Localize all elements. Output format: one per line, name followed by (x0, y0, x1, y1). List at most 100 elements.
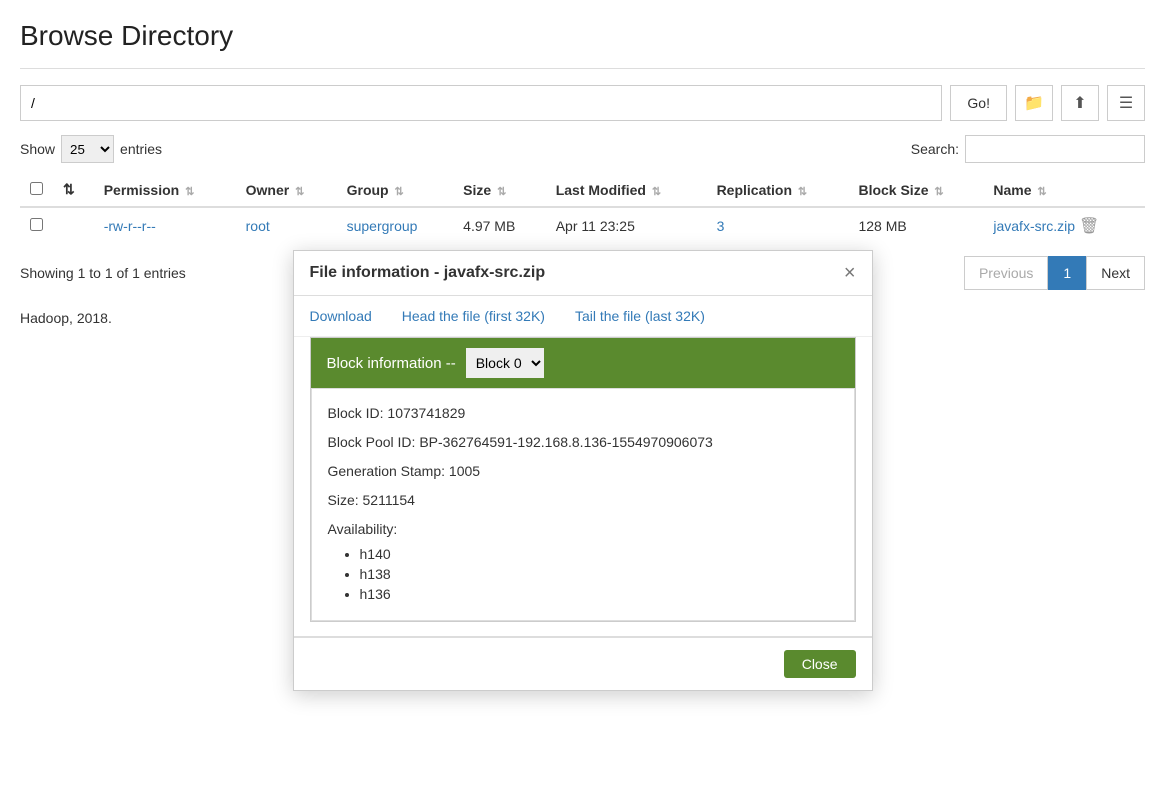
row-group: supergroup (337, 207, 454, 244)
owner-link[interactable]: root (246, 218, 270, 234)
file-name-link[interactable]: javafx-src.zip (993, 218, 1075, 234)
header-permission[interactable]: Permission ⇅ (94, 173, 236, 207)
list-icon: ☰ (1119, 93, 1133, 113)
download-link[interactable]: Download (310, 308, 372, 324)
go-button[interactable]: Go! (950, 85, 1007, 121)
last-modified-sort-icon: ⇅ (652, 186, 661, 198)
page-title: Browse Directory (20, 20, 1145, 52)
page-1-button[interactable]: 1 (1048, 256, 1086, 290)
upload-icon-button[interactable]: ⬆ (1061, 85, 1099, 121)
table-controls: Show 10 25 50 100 entries Search: (20, 135, 1145, 163)
replication-label: Replication (717, 182, 792, 198)
block-details: Block ID: 1073741829 Block Pool ID: BP-3… (311, 388, 855, 621)
row-checkbox[interactable] (30, 218, 43, 231)
header-replication[interactable]: Replication ⇅ (707, 173, 849, 207)
search-box: Search: (911, 135, 1145, 163)
file-info-modal: File information - javafx-src.zip × Down… (293, 250, 873, 691)
size-row: Size: 5211154 (328, 490, 838, 511)
modal-block-wrapper: Block information -- Block 0 Block ID: 1… (310, 337, 856, 622)
owner-label: Owner (246, 182, 290, 198)
block-pool-value: BP-362764591-192.168.8.136-1554970906073 (419, 434, 713, 450)
show-entries: Show 10 25 50 100 entries (20, 135, 162, 163)
group-link[interactable]: supergroup (347, 218, 418, 234)
table-body: -rw-r--r-- root supergroup 4.97 MB Apr 1… (20, 207, 1145, 244)
next-button[interactable]: Next (1086, 256, 1145, 290)
search-label: Search: (911, 141, 959, 157)
block-size-sort-icon: ⇅ (934, 186, 943, 198)
host-h136: h136 (360, 586, 838, 602)
modal-close-bottom-button[interactable]: Close (784, 650, 856, 678)
name-label: Name (993, 182, 1031, 198)
size-value: 5211154 (363, 492, 415, 508)
group-label: Group (347, 182, 389, 198)
modal-close-button[interactable]: × (844, 263, 856, 283)
block-size-label: Block Size (858, 182, 928, 198)
header-last-modified[interactable]: Last Modified ⇅ (546, 173, 707, 207)
folder-icon: 📁 (1024, 93, 1044, 113)
block-pool-label: Block Pool ID: (328, 434, 420, 450)
generation-stamp-label: Generation Stamp: (328, 463, 449, 479)
availability-row: Availability: (328, 519, 838, 540)
row-checkbox-cell (20, 207, 53, 244)
pagination: Previous 1 Next (964, 256, 1145, 290)
row-name: javafx-src.zip 🗑 (983, 207, 1145, 244)
availability-list: h140 h138 h136 (328, 546, 838, 602)
row-replication: 3 (707, 207, 849, 244)
permission-label: Permission (104, 182, 179, 198)
owner-sort-icon: ⇅ (295, 186, 304, 198)
replication-link[interactable]: 3 (717, 218, 725, 234)
modal-header: File information - javafx-src.zip × (294, 251, 872, 296)
last-modified-label: Last Modified (556, 182, 646, 198)
header-group[interactable]: Group ⇅ (337, 173, 454, 207)
modal-links: Download Head the file (first 32K) Tail … (294, 296, 872, 337)
file-table: ⇅ Permission ⇅ Owner ⇅ Group ⇅ Size ⇅ (20, 173, 1145, 244)
previous-button[interactable]: Previous (964, 256, 1048, 290)
table-header-row: ⇅ Permission ⇅ Owner ⇅ Group ⇅ Size ⇅ (20, 173, 1145, 207)
header-name[interactable]: Name ⇅ (983, 173, 1145, 207)
header-size[interactable]: Size ⇅ (453, 173, 546, 207)
head-file-link[interactable]: Head the file (first 32K) (402, 308, 545, 324)
size-label: Size: (328, 492, 363, 508)
name-sort-icon: ⇅ (1037, 186, 1046, 198)
header-block-size[interactable]: Block Size ⇅ (848, 173, 983, 207)
entries-select[interactable]: 10 25 50 100 (61, 135, 114, 163)
block-select[interactable]: Block 0 (466, 348, 544, 378)
list-icon-button[interactable]: ☰ (1107, 85, 1145, 121)
header-checkbox-col (20, 173, 53, 207)
entries-label: entries (120, 141, 162, 157)
permission-sort-icon: ⇅ (185, 186, 194, 198)
delete-button[interactable]: 🗑 (1079, 216, 1099, 236)
host-h140: h140 (360, 546, 838, 562)
replication-sort-icon: ⇅ (798, 186, 807, 198)
tail-file-link[interactable]: Tail the file (last 32K) (575, 308, 705, 324)
header-owner[interactable]: Owner ⇅ (236, 173, 337, 207)
row-size: 4.97 MB (453, 207, 546, 244)
showing-text: Showing 1 to 1 of 1 entries (20, 265, 186, 281)
size-label: Size (463, 182, 491, 198)
modal-title: File information - javafx-src.zip (310, 264, 546, 282)
group-sort-icon: ⇅ (395, 186, 404, 198)
block-id-row: Block ID: 1073741829 (328, 403, 838, 424)
search-input[interactable] (965, 135, 1145, 163)
generation-stamp-value: 1005 (449, 463, 480, 479)
show-label: Show (20, 141, 55, 157)
title-divider (20, 68, 1145, 69)
select-all-checkbox[interactable] (30, 182, 43, 195)
row-permission: -rw-r--r-- (94, 207, 236, 244)
block-info-header: Block information -- Block 0 (311, 338, 855, 388)
size-sort-icon: ⇅ (497, 186, 506, 198)
sort-all-icon: ⇅ (63, 181, 75, 197)
availability-label: Availability: (328, 521, 398, 537)
host-h138: h138 (360, 566, 838, 582)
block-info-label: Block information -- (327, 355, 456, 372)
permission-link[interactable]: -rw-r--r-- (104, 218, 156, 234)
path-input[interactable] (20, 85, 942, 121)
header-sort-icon[interactable]: ⇅ (53, 173, 94, 207)
row-last-modified: Apr 11 23:25 (546, 207, 707, 244)
row-block-size: 128 MB (848, 207, 983, 244)
upload-icon: ⬆ (1073, 93, 1086, 113)
block-pool-row: Block Pool ID: BP-362764591-192.168.8.13… (328, 432, 838, 453)
folder-icon-button[interactable]: 📁 (1015, 85, 1053, 121)
block-id-label: Block ID: (328, 405, 388, 421)
path-row: Go! 📁 ⬆ ☰ (20, 85, 1145, 121)
